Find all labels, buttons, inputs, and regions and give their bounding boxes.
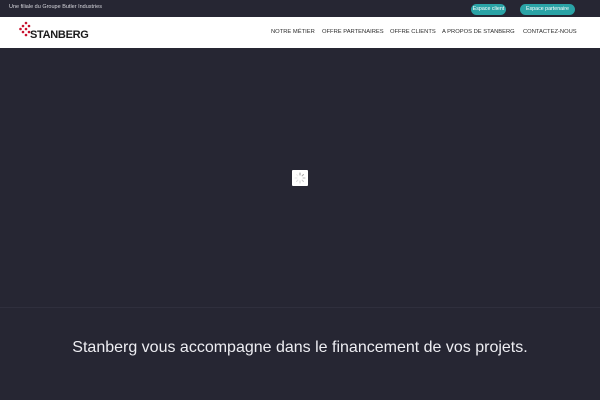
nav-contactez-nous[interactable]: CONTACTEZ-NOUS (523, 29, 577, 35)
nav-a-propos[interactable]: A PROPOS DE STANBERG (442, 29, 515, 35)
main-header: STANBERG NOTRE MÉTIER OFFRE PARTENAIRES … (0, 17, 600, 48)
subsidiary-text: Une filiale du Groupe Butler Industries (9, 4, 102, 10)
nav-offre-partenaires[interactable]: OFFRE PARTENAIRES (322, 29, 384, 35)
logo-wordmark: STANBERG (30, 29, 89, 41)
nav-offre-clients[interactable]: OFFRE CLIENTS (390, 29, 436, 35)
hero-tagline: Stanberg vous accompagne dans le finance… (72, 339, 528, 356)
client-space-button[interactable]: Espace client (471, 4, 506, 15)
section-divider (0, 307, 600, 308)
nav-notre-metier[interactable]: NOTRE MÉTIER (271, 29, 315, 35)
top-bar: Une filiale du Groupe Butler Industries … (0, 0, 600, 17)
loading-spinner-icon (292, 170, 308, 186)
partner-space-button[interactable]: Espace partenaire (520, 4, 575, 15)
